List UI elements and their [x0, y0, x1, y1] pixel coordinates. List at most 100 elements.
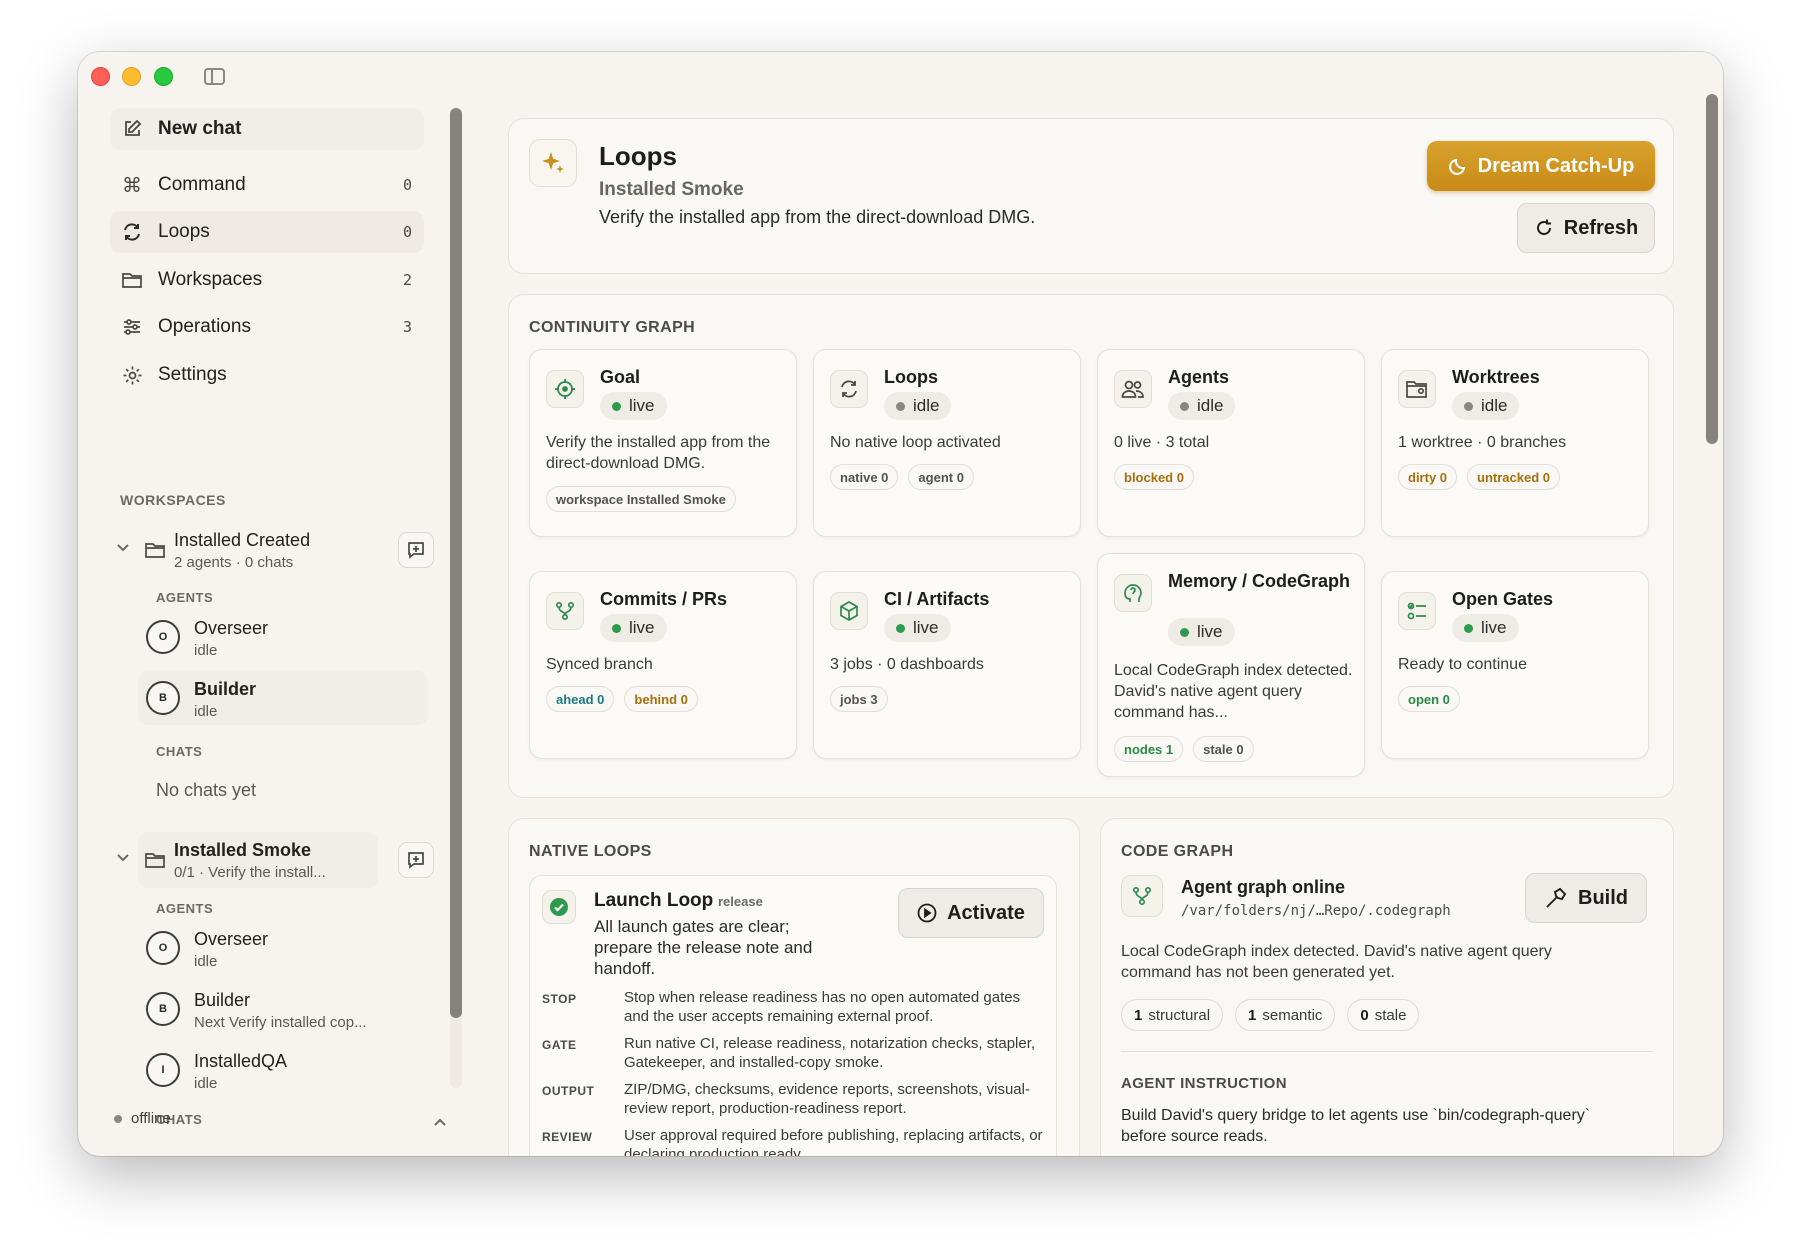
status-badge: live [600, 392, 667, 420]
new-chat-label: New chat [158, 118, 242, 139]
dream-catch-up-button[interactable]: Dream Catch-Up [1427, 141, 1655, 191]
tag: open 0 [1398, 686, 1460, 712]
connection-status[interactable]: offline [114, 1110, 171, 1127]
tag-list: workspace Installed Smoke [546, 486, 736, 512]
live-dot [612, 401, 621, 411]
refresh-button[interactable]: Refresh [1517, 203, 1655, 253]
graph-card-agents[interactable]: Agents idle 0 live · 3 total blocked 0 [1097, 349, 1365, 537]
close-window-button[interactable] [91, 67, 110, 86]
sidebar-item-command[interactable]: ⌘ Command 0 [110, 164, 424, 206]
sidebar-item-label: Settings [158, 364, 227, 385]
compose-icon [120, 117, 144, 141]
tag: stale 0 [1193, 736, 1254, 762]
minimize-window-button[interactable] [122, 67, 141, 86]
sidebar-item-count: 3 [402, 318, 412, 336]
tag: untracked 0 [1467, 464, 1560, 490]
agent-row[interactable]: B Builder idle [138, 671, 428, 725]
main-scrollbar-thumb[interactable] [1706, 94, 1718, 444]
activate-label: Activate [947, 901, 1025, 924]
build-button[interactable]: Build [1525, 873, 1647, 923]
status-label: live [1197, 622, 1223, 641]
graph-card-goal[interactable]: Goal live Verify the installed app from … [529, 349, 797, 537]
graph-card-worktrees[interactable]: Worktrees idle 1 worktree · 0 branches d… [1381, 349, 1649, 537]
zoom-window-button[interactable] [154, 67, 173, 86]
graph-card-description: Local CodeGraph index detected. David's … [1114, 662, 1353, 721]
status-badge: idle [1452, 392, 1520, 420]
graph-card-title: Goal [600, 367, 641, 387]
status-label: idle [1481, 396, 1508, 415]
sidebar-item-count: 2 [402, 271, 412, 289]
graph-card-description: No native loop activated [830, 434, 1001, 451]
code-graph-path: /var/folders/nj/…Repo/.codegraph [1181, 903, 1451, 919]
row-key: OUTPUT [542, 1084, 595, 1098]
status-label: live [629, 396, 655, 415]
agent-name: Overseer [194, 618, 269, 638]
row-value: ZIP/DMG, checksums, evidence reports, sc… [624, 1081, 1030, 1117]
row-value: Stop when release readiness has no open … [624, 989, 1021, 1025]
graph-card-memory-codegraph[interactable]: Memory / CodeGraph live Local CodeGraph … [1097, 553, 1365, 777]
idle-dot [1464, 401, 1473, 411]
workspace-title: Installed Smoke [174, 840, 312, 860]
graph-card-open-gates[interactable]: Open Gates live Ready to continue open 0 [1381, 571, 1649, 759]
refresh-icon [1536, 219, 1551, 235]
folder-icon [145, 853, 165, 868]
graph-card-description: 1 worktree · 0 branches [1398, 434, 1567, 451]
agent-name: Overseer [194, 929, 269, 949]
sidebar-scrollbar-thumb[interactable] [450, 108, 462, 1018]
sidebar-item-settings[interactable]: Settings [110, 354, 424, 396]
continuity-graph-panel: CONTINUITY GRAPH Goal live Verify the in… [508, 294, 1674, 798]
status-label: idle [913, 396, 940, 415]
sliders-icon [120, 315, 144, 339]
activate-button[interactable]: Activate [898, 888, 1044, 938]
new-chat-in-workspace-button[interactable] [398, 842, 434, 878]
brain-icon [1114, 574, 1152, 612]
tag: dirty 0 [1398, 464, 1458, 490]
agent-row[interactable]: O Overseer idle [138, 921, 428, 975]
moon-icon [1448, 158, 1465, 175]
graph-card-commits-prs[interactable]: Commits / PRs live Synced branch ahead 0… [529, 571, 797, 759]
chevron-down-icon[interactable] [114, 848, 132, 866]
sidebar-item-loops[interactable]: Loops 0 [110, 211, 424, 253]
graph-card-loops[interactable]: Loops idle No native loop activated nati… [813, 349, 1081, 537]
agent-row[interactable]: B Builder Next Verify installed cop... [138, 982, 428, 1036]
chevron-down-icon[interactable] [114, 538, 132, 556]
launch-loop-card[interactable]: Launch Loop release All launch gates are… [529, 875, 1057, 1156]
graph-card-title: Commits / PRs [600, 589, 728, 609]
agent-row[interactable]: I InstalledQA idle [138, 1043, 428, 1097]
status-badge: live [600, 614, 667, 642]
status-dot [114, 1114, 122, 1123]
agent-name: InstalledQA [194, 1051, 288, 1071]
row-value: User approval required before publishing… [624, 1127, 1043, 1156]
package-icon [830, 592, 868, 630]
sidebar-scrollbar[interactable] [450, 108, 462, 1088]
sidebar-toggle-icon[interactable] [204, 68, 225, 85]
tag-list: jobs 3 [830, 686, 888, 712]
stat-number: 1 [1134, 1006, 1143, 1024]
graph-card-description: 0 live · 3 total [1114, 434, 1210, 451]
loop-description: All launch gates are clear; prepare the … [594, 917, 813, 978]
workspace-installed-created[interactable]: Installed Created 2 agents · 0 chats [108, 522, 434, 578]
sidebar-item-operations[interactable]: Operations 3 [110, 306, 424, 348]
graph-card-ci-artifacts[interactable]: CI / Artifacts live 3 jobs · 0 dashboard… [813, 571, 1081, 759]
stat-label: stale [1374, 1006, 1407, 1024]
agent-status: idle [194, 953, 218, 970]
new-chat-in-workspace-button[interactable] [398, 532, 434, 568]
loop-arrows-icon [120, 220, 144, 244]
tag: blocked 0 [1114, 464, 1194, 490]
graph-card-title: Loops [884, 367, 938, 387]
agent-row[interactable]: O Overseer idle [138, 610, 428, 664]
chevron-up-icon[interactable] [432, 1114, 448, 1130]
new-chat-button[interactable]: New chat [110, 108, 424, 150]
status-badge: idle [884, 392, 952, 420]
page-subtitle: Installed Smoke [599, 179, 744, 200]
tag: ahead 0 [546, 686, 615, 712]
agent-instruction-heading: AGENT INSTRUCTION [1121, 1075, 1287, 1092]
code-graph-stats: 1 structural 1 semantic 0 stale [1121, 999, 1420, 1031]
status-label: live [629, 618, 655, 637]
checklist-icon [1398, 592, 1436, 630]
sidebar: New chat ⌘ Command 0 Loops 0 Workspaces … [78, 98, 448, 1156]
sidebar-item-workspaces[interactable]: Workspaces 2 [110, 259, 424, 301]
tag: jobs 3 [830, 686, 888, 712]
loop-badge: release [718, 894, 763, 909]
workspace-installed-smoke[interactable]: Installed Smoke 0/1 · Verify the install… [108, 832, 434, 888]
